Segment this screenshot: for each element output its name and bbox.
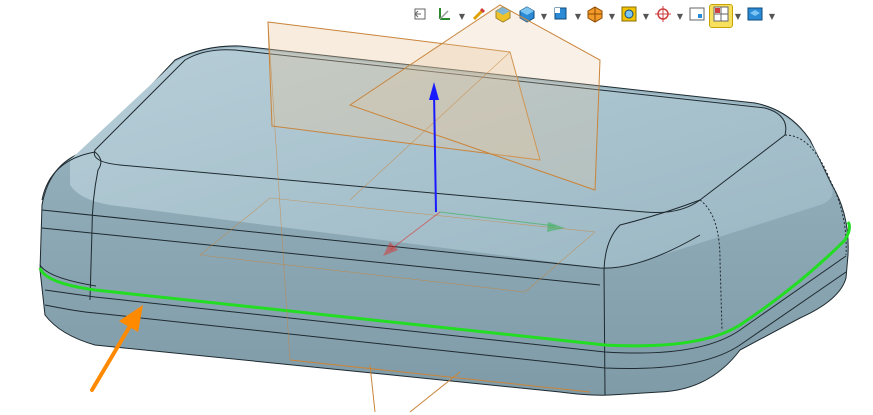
graphics-viewport[interactable] [0, 0, 873, 415]
